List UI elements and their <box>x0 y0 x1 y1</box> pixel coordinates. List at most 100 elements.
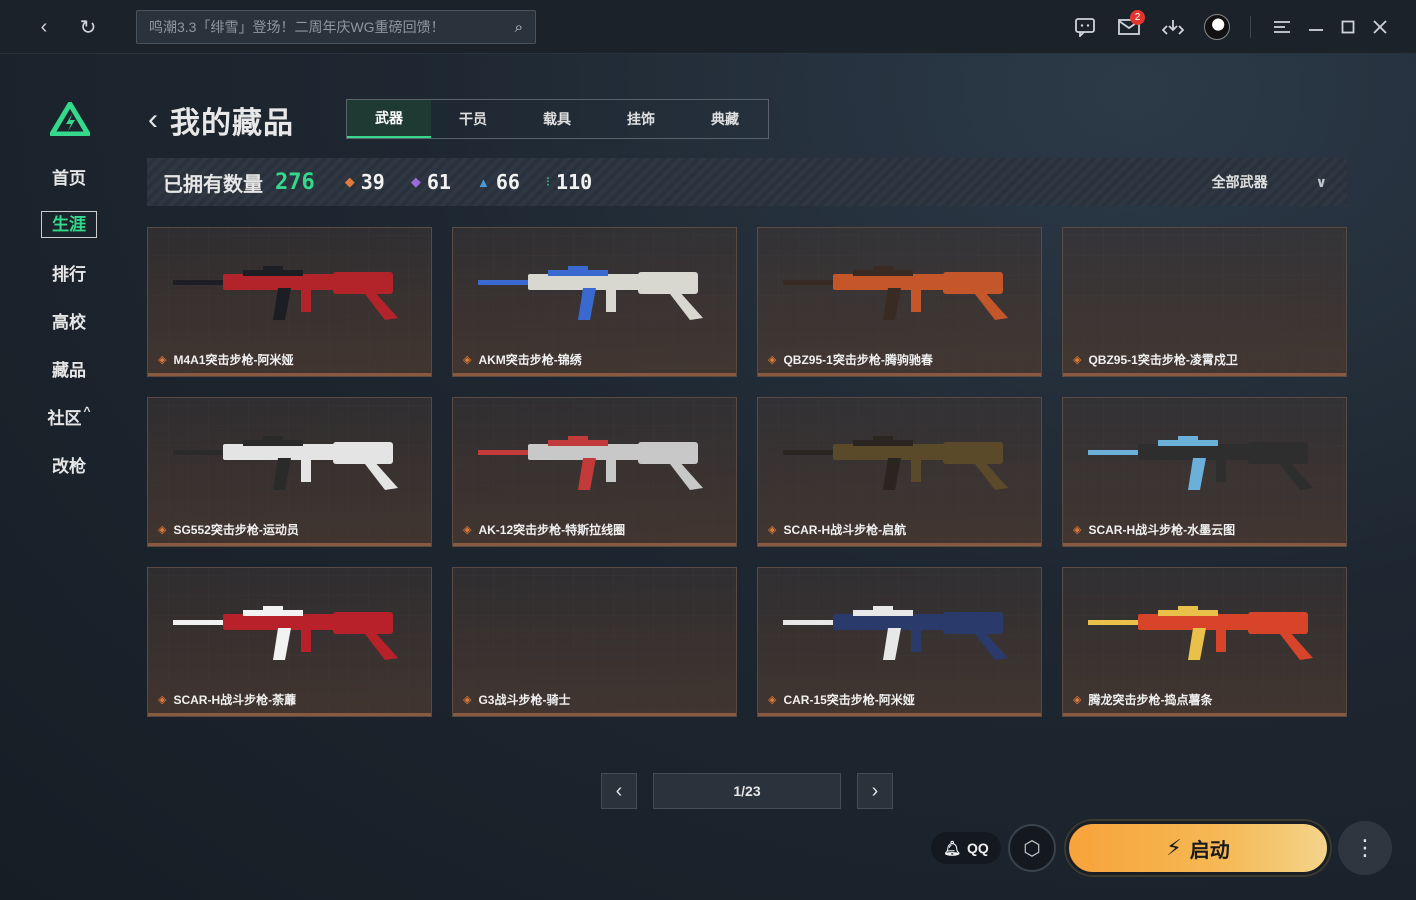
stat-value: 110 <box>556 170 593 194</box>
weapon-card[interactable]: ◈ QBZ95-1突击步枪-腾驹驰春 <box>757 227 1042 377</box>
weapon-card[interactable]: ◈ CAR-15突击步枪-阿米娅 <box>757 567 1042 717</box>
weapon-card[interactable]: ◈ AK-12突击步枪-特斯拉线圈 <box>452 397 737 547</box>
rarity-bar <box>1063 373 1346 376</box>
chat-icon[interactable] <box>1071 13 1099 41</box>
weapon-card[interactable]: ◈ SCAR-H战斗步枪-水墨云图 <box>1062 397 1347 547</box>
sidebar-item-career[interactable]: 生涯 <box>0 210 138 238</box>
avatar[interactable] <box>1204 14 1230 40</box>
weapon-image <box>478 266 703 320</box>
weapon-image <box>478 436 703 490</box>
tab-weapons[interactable]: 武器 <box>347 100 431 138</box>
weapon-name-text: SCAR-H战斗步枪-水墨云图 <box>1088 523 1236 537</box>
title-bar: ‹ ↻ ⌕ 2 <box>0 0 1416 54</box>
search-icon[interactable]: ⌕ <box>515 19 523 36</box>
launch-button[interactable]: ⚡︎ 启动 <box>1066 821 1330 875</box>
sidebar-item-gunsmith[interactable]: 改枪 <box>0 452 138 477</box>
rarity-bar <box>1063 713 1346 716</box>
rarity-bar <box>453 543 736 546</box>
filter-label: 全部武器 <box>1211 174 1268 190</box>
sidebar-item-ranking[interactable]: 排行 <box>0 260 138 285</box>
qq-login-button[interactable]: 🔔︎ QQ <box>931 832 1001 864</box>
weapon-card[interactable]: ◈ QBZ95-1突击步枪-凌霄戍卫 <box>1062 227 1347 377</box>
maximize-icon[interactable] <box>1334 13 1362 41</box>
weapon-name-text: SG552突击步枪-运动员 <box>173 523 299 537</box>
weapon-name-text: SCAR-H战斗步枪-启航 <box>783 523 907 537</box>
weapon-card[interactable]: ◈ G3战斗步枪-骑士 <box>452 567 737 717</box>
more-options-button[interactable]: ⋮ <box>1338 821 1392 875</box>
stats-bar: 已拥有数量 276 ◆ 39 ◆ 61 ▲ 66 ⁝ 110 全部武器 ∨ <box>147 158 1347 206</box>
weapon-name: ◈ G3战斗步枪-骑士 <box>463 691 570 708</box>
owned-count-label: 已拥有数量 <box>163 173 263 196</box>
rarity-diamond-icon: ◈ <box>463 524 472 536</box>
weapon-name-text: QBZ95-1突击步枪-凌霄戍卫 <box>1088 353 1238 367</box>
sidebar-item-label: 藏品 <box>52 361 86 380</box>
weapon-card[interactable]: ◈ SCAR-H战斗步枪-启航 <box>757 397 1042 547</box>
weapon-name-text: AK-12突击步枪-特斯拉线圈 <box>478 523 626 537</box>
weapon-name: ◈ SCAR-H战斗步枪-水墨云图 <box>1073 521 1235 538</box>
sidebar-item-collection[interactable]: 藏品 <box>0 356 138 381</box>
rarity-diamond-icon: ◈ <box>768 694 777 706</box>
page-header: ‹ 我的藏品 <box>148 98 294 142</box>
sidebar-item-label: 改枪 <box>52 457 86 476</box>
blue-gem-icon: ▲ <box>476 174 490 190</box>
page-indicator: 1/23 <box>653 773 841 809</box>
category-tabs: 武器 干员 载具 挂饰 典藏 <box>346 99 769 139</box>
rarity-diamond-icon: ◈ <box>158 524 167 536</box>
weapon-name: ◈ AKM突击步枪-锦绣 <box>463 351 582 368</box>
weapon-image <box>173 436 398 490</box>
weapon-name: ◈ QBZ95-1突击步枪-腾驹驰春 <box>768 351 933 368</box>
sidebar-item-label: 高校 <box>52 313 86 332</box>
weapon-filter-dropdown[interactable]: 全部武器 ∨ <box>1212 158 1327 206</box>
weapon-card[interactable]: ◈ SG552突击步枪-运动员 <box>147 397 432 547</box>
weapon-name-text: G3战斗步枪-骑士 <box>478 693 571 707</box>
close-icon[interactable] <box>1366 13 1394 41</box>
download-icon[interactable] <box>1159 13 1187 41</box>
menu-icon[interactable] <box>1268 13 1296 41</box>
search-box: ⌕ <box>136 10 536 44</box>
rarity-diamond-icon: ◈ <box>1073 694 1082 706</box>
tab-collectibles[interactable]: 典藏 <box>683 100 767 138</box>
more-vertical-icon: ⋮ <box>1354 835 1376 860</box>
rarity-bar <box>148 373 431 376</box>
weapon-image <box>1088 606 1313 660</box>
weapon-card[interactable]: ◈ 腾龙突击步枪-捣点薯条 <box>1062 567 1347 717</box>
weapon-image <box>1088 436 1313 490</box>
mail-badge: 2 <box>1130 10 1145 25</box>
rarity-bar <box>148 543 431 546</box>
weapon-name-text: M4A1突击步枪-阿米娅 <box>173 353 294 367</box>
next-page-button[interactable]: › <box>857 773 893 809</box>
stat-value: 61 <box>426 170 451 194</box>
rarity-diamond-icon: ◈ <box>1073 354 1082 366</box>
rarity-bar <box>758 543 1041 546</box>
weapon-card[interactable]: ◈ AKM突击步枪-锦绣 <box>452 227 737 377</box>
sidebar-item-home[interactable]: 首页 <box>0 164 138 189</box>
back-arrow-icon[interactable]: ‹ <box>148 103 158 137</box>
sidebar-item-label: 首页 <box>52 169 86 188</box>
tab-operators[interactable]: 干员 <box>431 100 515 138</box>
minimize-icon[interactable] <box>1302 13 1330 41</box>
weapon-name: ◈ SCAR-H战斗步枪-荼蘼 <box>158 691 296 708</box>
green-gem-icon: ⁝ <box>545 174 551 189</box>
sidebar-item-university[interactable]: 高校 <box>0 308 138 333</box>
search-input[interactable] <box>149 19 515 35</box>
orange-gem-icon: ◆ <box>344 174 355 189</box>
weapon-card[interactable]: ◈ M4A1突击步枪-阿米娅 <box>147 227 432 377</box>
prev-page-button[interactable]: ‹ <box>601 773 637 809</box>
stat-blue: ▲ 66 <box>477 170 520 194</box>
back-icon[interactable]: ‹ <box>30 13 58 41</box>
game-library-button[interactable]: ⬡ <box>1008 824 1056 872</box>
tab-vehicles[interactable]: 载具 <box>515 100 599 138</box>
tab-charms[interactable]: 挂饰 <box>599 100 683 138</box>
weapon-name-text: AKM突击步枪-锦绣 <box>478 353 582 367</box>
rarity-bar <box>1063 543 1346 546</box>
stat-green: ⁝ 110 <box>546 170 592 194</box>
page-title: 我的藏品 <box>170 107 294 140</box>
rarity-diamond-icon: ◈ <box>158 354 167 366</box>
weapon-card[interactable]: ◈ SCAR-H战斗步枪-荼蘼 <box>147 567 432 717</box>
refresh-icon[interactable]: ↻ <box>74 13 102 41</box>
sidebar-item-community[interactable]: 社区 ^ <box>0 404 138 429</box>
weapon-image <box>173 606 398 660</box>
stat-value: 39 <box>360 170 385 194</box>
layers-icon: ⬡ <box>1023 837 1041 860</box>
app-logo-icon[interactable] <box>50 102 90 136</box>
